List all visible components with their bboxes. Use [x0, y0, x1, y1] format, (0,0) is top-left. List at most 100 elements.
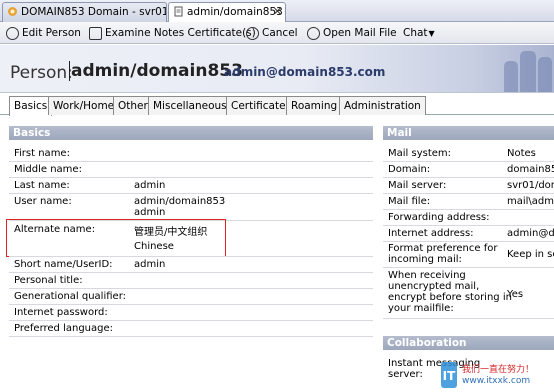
person-name: admin/domain853 [69, 61, 243, 81]
format-preference-label-1: Format preference for [388, 243, 498, 254]
middle-name-label: Middle name: [14, 164, 82, 175]
person-label: Person: [10, 63, 73, 83]
cancel-icon [246, 26, 259, 40]
tab-basics[interactable]: Basics [9, 96, 53, 116]
divider [383, 177, 554, 178]
encrypt-label-2: unencrypted mail, [388, 281, 480, 292]
internet-address-value: admin@dc [507, 228, 554, 239]
divider [9, 336, 373, 337]
tab-roaming-label: Roaming [291, 100, 338, 112]
cancel-button[interactable]: Cancel [246, 25, 298, 41]
cancel-label: Cancel [262, 27, 298, 39]
person-email: admin@domain853.com [224, 65, 386, 79]
window-tab-strip: DOMAIN853 Domain - svr01... admin/domain… [0, 0, 554, 23]
mail-file-label: Mail file: [388, 196, 431, 207]
divider [383, 161, 554, 162]
tab-administration-label: Administration [344, 100, 421, 112]
tab-certificates-label: Certificates [231, 100, 292, 112]
mail-file-icon [307, 26, 320, 40]
mail-system-label: Mail system: [388, 148, 452, 159]
tab-work-home[interactable]: Work/Home [48, 96, 120, 115]
divider [383, 318, 554, 319]
edit-person-button[interactable]: Edit Person [6, 25, 81, 41]
document-icon [173, 6, 184, 17]
mail-section-header: Mail [383, 126, 554, 140]
format-preference-label-2: incoming mail: [388, 254, 462, 265]
personal-title-label: Personal title: [14, 275, 83, 286]
mail-system-value: Notes [507, 148, 536, 159]
chevron-down-icon: ▼ [428, 28, 435, 38]
short-name-value: admin [134, 259, 166, 270]
people-graphic-icon [494, 45, 554, 92]
divider [383, 225, 554, 226]
examine-certificate-label: Examine Notes Certificate(s) [105, 27, 256, 39]
divider [9, 177, 373, 178]
action-bar: Edit Person Examine Notes Certificate(s)… [0, 22, 554, 44]
im-server-label-2: server: [388, 369, 423, 380]
window-tab-person[interactable]: admin/domain853 ✕ [168, 2, 286, 23]
window-tab-person-label: admin/domain853 [187, 6, 283, 18]
encrypt-value: Yes [507, 289, 524, 300]
window-tab-domain-label: DOMAIN853 Domain - svr01... [21, 6, 167, 18]
divider [383, 193, 554, 194]
divider [9, 304, 373, 305]
generational-qualifier-label: Generational qualifier: [14, 291, 126, 302]
tab-other-label: Other [118, 100, 148, 112]
tab-basics-label: Basics [14, 100, 48, 112]
certificate-icon [89, 26, 102, 40]
preferred-language-label: Preferred language: [14, 323, 114, 334]
divider [9, 193, 373, 194]
watermark-url: www.itxxk.com [462, 376, 531, 386]
collaboration-section-header: Collaboration [383, 336, 554, 350]
tab-miscellaneous-label: Miscellaneous [153, 100, 227, 112]
form-tabs: Basics Work/Home Other Miscellaneous Cer… [0, 95, 554, 116]
encrypt-label-1: When receiving [388, 270, 466, 281]
internet-address-label: Internet address: [388, 228, 474, 239]
user-name-value-1: admin/domain853 [134, 196, 226, 207]
divider [9, 256, 373, 257]
person-header: Person: admin/domain853 admin@domain853.… [0, 45, 554, 93]
watermark-slogan: 我们一直在努力！ [462, 365, 535, 375]
divider [383, 267, 554, 268]
short-name-label: Short name/UserID: [14, 259, 113, 270]
divider [9, 272, 373, 273]
tab-miscellaneous[interactable]: Miscellaneous [148, 96, 232, 115]
encrypt-label-4: your mailfile: [388, 303, 454, 314]
divider [383, 209, 554, 210]
tab-work-home-label: Work/Home [53, 100, 115, 112]
divider [9, 161, 373, 162]
domino-icon [7, 6, 18, 17]
chat-label: Chat [403, 27, 428, 39]
last-name-label: Last name: [14, 180, 70, 191]
close-tab-icon[interactable]: ✕ [273, 5, 282, 18]
divider [9, 288, 373, 289]
basics-section-header: Basics [9, 126, 373, 140]
edit-person-label: Edit Person [22, 27, 81, 39]
tab-roaming[interactable]: Roaming [286, 96, 343, 115]
examine-certificate-button[interactable]: Examine Notes Certificate(s) [89, 25, 256, 41]
user-name-value-2: admin [134, 207, 166, 218]
highlight-box [6, 219, 226, 257]
open-mail-file-label: Open Mail File [323, 27, 397, 39]
mail-server-label: Mail server: [388, 180, 447, 191]
domain-value: domain85 [507, 164, 554, 175]
forwarding-address-label: Forwarding address: [388, 212, 490, 223]
mail-server-value: svr01/dom [507, 180, 554, 191]
user-name-label: User name: [14, 196, 72, 207]
divider [9, 320, 373, 321]
mail-file-value: mail\admi [507, 196, 554, 207]
site-watermark-logo: IT 我们一直在努力！ www.itxxk.com [440, 360, 554, 392]
window-tab-domain[interactable]: DOMAIN853 Domain - svr01... [2, 2, 167, 22]
first-name-label: First name: [14, 148, 70, 159]
tab-other[interactable]: Other [113, 96, 153, 115]
open-mail-file-button[interactable]: Open Mail File [307, 25, 397, 41]
chat-menu-button[interactable]: Chat ▼ [403, 25, 435, 41]
format-preference-value: Keep in se [507, 249, 554, 260]
domain-label: Domain: [388, 164, 431, 175]
encrypt-label-3: encrypt before storing in [388, 292, 512, 303]
internet-password-label: Internet password: [14, 307, 108, 318]
divider [383, 241, 554, 242]
last-name-value: admin [134, 180, 166, 191]
tab-administration[interactable]: Administration [339, 96, 426, 115]
edit-icon [6, 26, 19, 40]
